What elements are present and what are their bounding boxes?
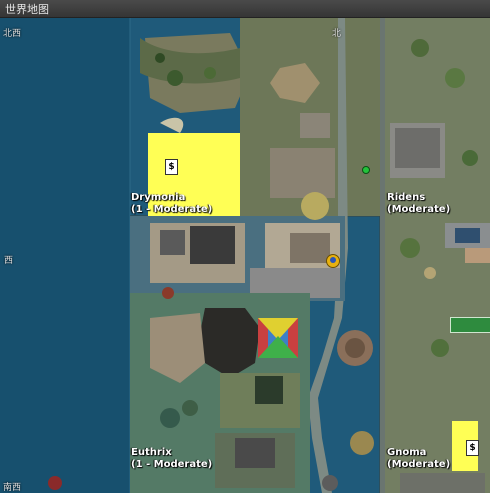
compass-west: 西	[4, 256, 14, 266]
map-terrain	[0, 18, 490, 493]
friend-location-icon[interactable]	[362, 166, 370, 174]
region-label-ridens[interactable]: Ridens (Moderate)	[387, 192, 450, 216]
title-bar[interactable]: 世界地图	[0, 0, 490, 18]
compass-north: 北	[332, 29, 342, 39]
region-label-gnoma[interactable]: Gnoma (Moderate)	[387, 447, 450, 471]
plot-square	[270, 148, 335, 198]
land-for-sale-icon[interactable]: $	[165, 159, 178, 175]
avatar-location-icon[interactable]	[326, 254, 340, 268]
compass-southwest: 南西	[3, 483, 22, 493]
region-label-drymonia[interactable]: Drymonia (1 - Moderate)	[131, 192, 212, 216]
compass-northwest: 北西	[3, 29, 22, 39]
map-view[interactable]: 北西 北 西 南西 $ $ Drymonia (1 - Moderate) Ri…	[0, 18, 490, 493]
region-name: Drymonia	[131, 192, 186, 203]
region-rating: (Moderate)	[387, 459, 451, 470]
region-rating: (1 - Moderate)	[131, 204, 213, 215]
window-title: 世界地图	[5, 3, 49, 16]
region-name: Ridens	[387, 192, 426, 203]
deep-water-area	[0, 18, 130, 493]
world-map-window: 世界地图 北西 北 西 南西 $ $ Drymonia (1 - Moderat…	[0, 0, 490, 493]
region-name: Euthrix	[131, 447, 172, 458]
region-name: Gnoma	[387, 447, 427, 458]
telehub-icon[interactable]	[450, 317, 490, 333]
region-label-euthrix[interactable]: Euthrix (1 - Moderate)	[131, 447, 212, 471]
region-rating: (Moderate)	[387, 204, 451, 215]
region-rating: (1 - Moderate)	[131, 459, 213, 470]
land-for-sale-icon[interactable]: $	[466, 440, 479, 456]
